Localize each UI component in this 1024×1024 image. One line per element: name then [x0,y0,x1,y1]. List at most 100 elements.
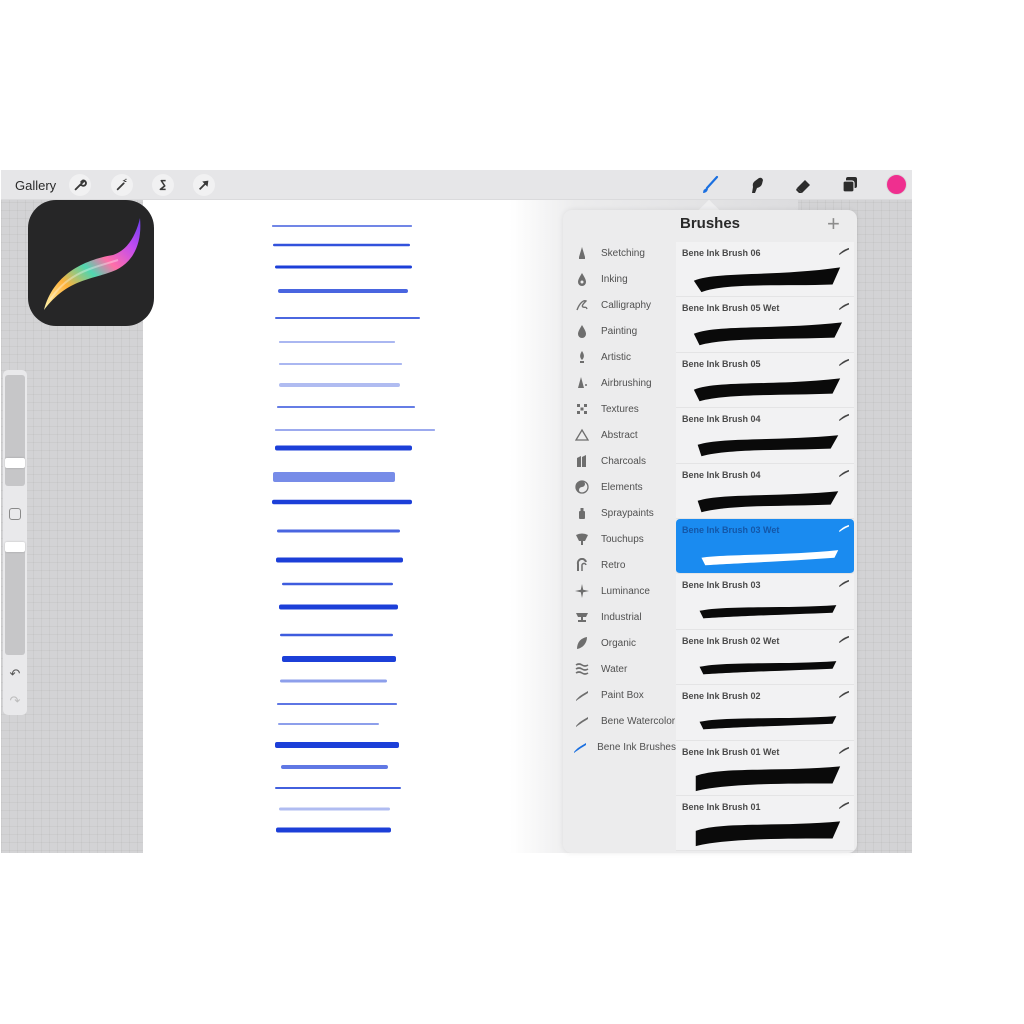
category-label: Elements [601,481,643,493]
ink-drop-icon [563,272,601,286]
stroke-sample [275,445,412,451]
category-label: Airbrushing [601,377,652,389]
category-label: Touchups [601,533,644,545]
category-item[interactable]: Airbrushing [563,370,676,396]
modify-button[interactable] [9,508,21,520]
category-item[interactable]: Spraypaints [563,500,676,526]
stroke-sample [278,723,379,725]
category-label: Spraypaints [601,507,654,519]
anvil-icon [563,610,601,624]
stroke-sample [282,582,393,586]
brush-mini-stroke-icon [839,303,849,311]
category-item[interactable]: Retro [563,552,676,578]
transform-button[interactable] [193,174,215,196]
leaf-icon [563,636,601,650]
stroke-sample [277,703,397,705]
category-item[interactable]: Sketching [563,240,676,266]
artistic-brush-icon [563,350,601,364]
opacity-thumb[interactable] [5,542,25,552]
add-brush-button[interactable]: + [827,212,840,236]
brush-item[interactable]: Bene Ink Brush 03 [676,574,854,630]
opacity-slider[interactable] [5,542,25,655]
brush-stroke-preview [693,378,841,401]
category-item[interactable]: Bene Ink Brushes [563,734,676,760]
category-item[interactable]: Organic [563,630,676,656]
brush-stroke-preview [699,716,837,730]
brush-item[interactable]: Bene Ink Brush 01 Wet [676,740,854,796]
category-item[interactable]: Inking [563,266,676,292]
category-item[interactable]: Calligraphy [563,292,676,318]
brush-mini-stroke-icon [839,248,849,255]
category-label: Retro [601,559,626,571]
category-item[interactable]: Bene Watercolor [563,708,676,734]
selection-button[interactable] [152,174,174,196]
category-label: Artistic [601,351,631,363]
stroke-icon [563,740,597,754]
brush-stroke-preview [699,660,837,675]
stroke-sample [275,787,401,789]
brush-item[interactable]: Bene Ink Brush 02 Wet [676,629,854,686]
stroke-sample [275,265,412,269]
category-label: Luminance [601,585,650,597]
wrench-icon [74,179,87,191]
brush-item[interactable]: Bene Ink Brush 06 [676,242,854,298]
gallery-button[interactable]: Gallery [15,178,56,193]
category-item[interactable]: Painting [563,318,676,344]
stroke-sample [280,633,393,637]
category-item[interactable]: Touchups [563,526,676,552]
adjustments-button[interactable] [111,174,133,196]
undo-button[interactable]: ↶ [7,667,23,681]
stroke-sample [280,679,387,683]
stroke-icon [563,688,601,702]
brush-item[interactable]: Bene Ink Brush 03 Wet [676,518,854,575]
category-label: Bene Watercolor [601,715,676,727]
brush-stroke-preview [695,821,841,847]
category-item[interactable]: Abstract [563,422,676,448]
category-label: Bene Ink Brushes [597,741,676,753]
stroke-sample [279,363,402,365]
brush-size-thumb[interactable] [5,458,25,468]
redo-arrow-icon: ↷ [9,693,21,708]
brush-item[interactable]: Bene Ink Brush 05 [676,352,854,409]
yin-yang-icon [563,480,601,494]
brush-stroke-preview [697,490,839,512]
layers-button[interactable] [838,174,862,196]
stroke-icon [563,714,601,728]
color-picker-button[interactable] [886,174,907,195]
category-label: Textures [601,403,639,415]
category-item[interactable]: Paint Box [563,682,676,708]
actions-button[interactable] [69,174,91,196]
category-label: Abstract [601,429,638,441]
sparkle-icon [563,584,601,598]
brush-item[interactable]: Bene Ink Brush 01 [676,795,854,852]
paintbrush-icon [703,175,719,193]
plus-icon: + [827,211,840,236]
category-label: Paint Box [601,689,644,701]
category-item[interactable]: Textures [563,396,676,422]
eraser-tool-button[interactable] [792,174,816,196]
category-item[interactable]: Luminance [563,578,676,604]
smudge-tool-button[interactable] [745,174,769,196]
stroke-sample [277,406,415,408]
category-item[interactable]: Artistic [563,344,676,370]
stroke-sample [282,656,396,662]
top-toolbar: Gallery [1,170,912,200]
redo-button[interactable]: ↷ [7,694,23,708]
category-item[interactable]: Elements [563,474,676,500]
triangle-icon [563,428,601,442]
stroke-sample [281,765,388,769]
brush-item[interactable]: Bene Ink Brush 04 [676,463,854,519]
brush-item[interactable]: Bene Ink Brush 04 [676,408,854,464]
category-item[interactable]: Industrial [563,604,676,630]
brush-size-slider[interactable] [5,375,25,486]
stroke-sample [276,827,391,833]
stroke-sample [278,289,408,293]
category-label: Inking [601,273,628,285]
brush-item[interactable]: Bene Ink Brush 02 [676,685,854,741]
stroke-sample [273,472,395,482]
brush-tool-button[interactable] [698,174,722,196]
stroke-sample [279,341,395,343]
brush-item[interactable]: Bene Ink Brush 05 Wet [676,297,854,353]
category-item[interactable]: Charcoals [563,448,676,474]
category-item[interactable]: Water [563,656,676,682]
